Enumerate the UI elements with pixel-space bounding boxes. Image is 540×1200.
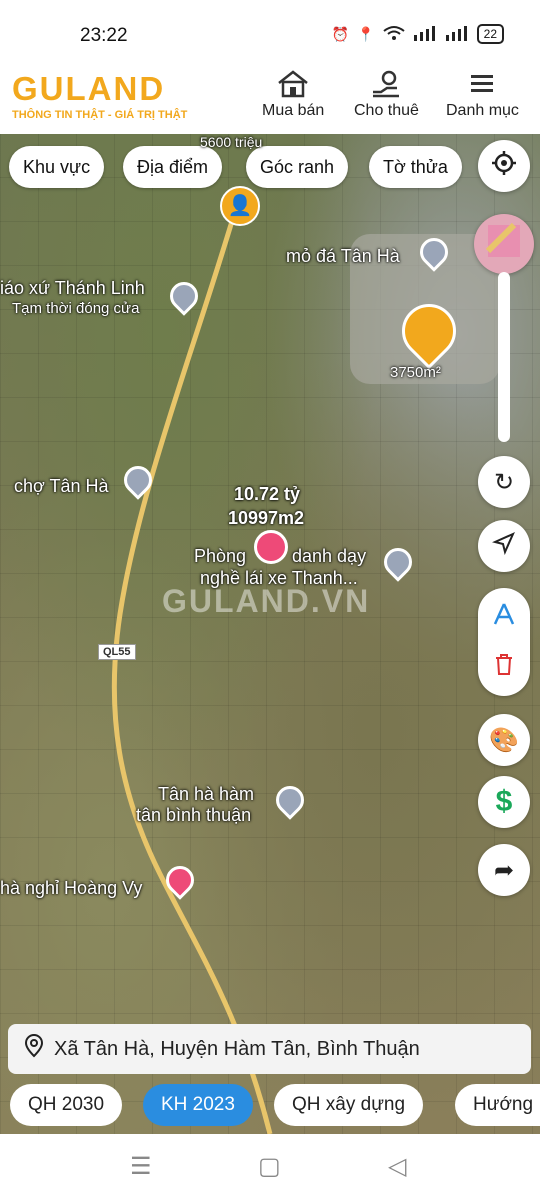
status-bar: 23:22 ⏰ 📍 22 — [0, 0, 540, 62]
menu-icon — [446, 70, 519, 98]
nav-cho-thue[interactable]: Cho thuê — [354, 70, 419, 120]
measure-tools — [478, 588, 530, 696]
system-navbar: ☰ ▢ ◁ — [0, 1134, 540, 1200]
hand-key-icon — [354, 70, 419, 98]
filter-dia-diem[interactable]: Địa điểm — [123, 146, 223, 188]
alarm-icon: ⏰ — [331, 25, 350, 42]
location-icon: 📍 — [357, 25, 375, 42]
opacity-slider[interactable] — [498, 272, 510, 442]
nav-mua-ban[interactable]: Mua bán — [262, 70, 324, 120]
brand-logo[interactable]: GULAND — [12, 70, 165, 108]
address-text: Xã Tân Hà, Huyện Hàm Tân, Bình Thuận — [54, 1037, 420, 1060]
home-icon[interactable]: ▢ — [258, 1152, 281, 1181]
tab-qh-xay-dung[interactable]: QH xây dựng — [274, 1084, 424, 1126]
palette-icon: 🎨 — [489, 726, 519, 754]
recent-apps-icon[interactable]: ☰ — [130, 1152, 152, 1181]
label-school: Phòng — [194, 546, 247, 566]
label-school-rest: danh dạy — [292, 546, 367, 566]
dollar-icon: $ — [495, 785, 513, 818]
palette-button[interactable]: 🎨 — [478, 714, 530, 766]
status-time: 23:22 — [80, 25, 128, 46]
brand-tagline: THÔNG TIN THẬT - GIÁ TRỊ THẬT — [12, 109, 188, 121]
signal-icon — [413, 25, 437, 44]
label-quarry: mỏ đá Tân Hà — [286, 246, 400, 266]
listing-marker[interactable] — [254, 530, 288, 564]
navigation-arrow-icon — [491, 531, 516, 562]
listing-price: 10.72 tỷ — [234, 484, 301, 504]
address-bar[interactable]: Xã Tân Hà, Huyện Hàm Tân, Bình Thuận — [8, 1024, 531, 1074]
filter-to-thua[interactable]: Tờ thửa — [369, 146, 462, 188]
navigate-button[interactable] — [478, 520, 530, 572]
filter-khu-vuc[interactable]: Khu vực — [9, 146, 105, 188]
share-button[interactable]: ➦ — [478, 844, 530, 896]
label-church-status: Tạm thời đóng cửa — [12, 300, 140, 317]
guland-marker-area: 3750m² — [390, 364, 441, 381]
app-root: 23:22 ⏰ 📍 22 GULAND THÔNG TIN THẬT - GIÁ… — [0, 0, 540, 1200]
locate-button[interactable] — [478, 140, 530, 192]
tab-huong[interactable]: Hướng — [455, 1084, 540, 1126]
tab-qh-2030[interactable]: QH 2030 — [10, 1084, 123, 1126]
label-market: chợ Tân Hà — [14, 476, 109, 496]
watermark: GULAND.VN — [162, 583, 371, 619]
status-icons: ⏰ 📍 22 — [332, 24, 504, 44]
label-church: iáo xứ Thánh Linh — [0, 278, 145, 298]
nav-danh-muc[interactable]: Danh mục — [446, 70, 519, 120]
nav-label: Cho thuê — [354, 102, 419, 119]
app-header: GULAND THÔNG TIN THẬT - GIÁ TRỊ THẬT Mua… — [0, 62, 540, 134]
layer-thumbnail-button[interactable] — [474, 214, 534, 274]
top-marker-price: 5600 triệu — [200, 134, 263, 150]
user-icon: 👤 — [227, 195, 253, 217]
user-cluster-marker[interactable]: 👤 — [220, 186, 260, 226]
filter-goc-ranh[interactable]: Góc ranh — [246, 146, 349, 188]
label-tanha: Tân hà hàm — [158, 784, 255, 804]
compass-measure-icon[interactable] — [491, 601, 517, 634]
trash-icon[interactable] — [493, 652, 515, 683]
tab-kh-2023[interactable]: KH 2023 — [143, 1084, 253, 1126]
price-button[interactable]: $ — [478, 776, 530, 828]
nav-label: Danh mục — [446, 102, 519, 119]
label-motel: hà nghỉ Hoàng Vy — [0, 878, 143, 898]
label-tanha-2: tân bình thuận — [136, 805, 252, 825]
crosshair-icon — [491, 150, 517, 183]
refresh-button[interactable]: ↻ — [478, 456, 530, 508]
signal-icon-2 — [445, 25, 469, 44]
map-layer-icon — [484, 221, 524, 268]
location-pin-icon — [24, 1034, 44, 1064]
battery-indicator: 22 — [476, 24, 504, 44]
refresh-icon: ↻ — [493, 468, 515, 496]
listing-area: 10997m2 — [228, 508, 305, 528]
nav-label: Mua bán — [262, 102, 325, 119]
house-icon — [262, 70, 324, 98]
road-label: QL55 — [98, 644, 136, 660]
share-icon: ➦ — [493, 856, 515, 884]
wifi-icon — [383, 25, 405, 44]
back-icon[interactable]: ◁ — [388, 1152, 406, 1181]
